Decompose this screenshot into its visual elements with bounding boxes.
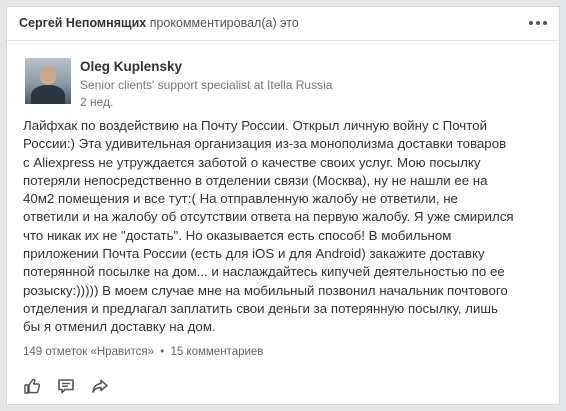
action-bar [23,377,109,395]
share-button[interactable] [91,377,109,395]
author-name[interactable]: Oleg Kuplensky [80,59,182,74]
counts-separator: • [160,346,165,358]
post-body-text: Лайфхак по воздействию на Почту России. … [23,118,514,335]
share-icon [92,379,108,393]
author-avatar[interactable] [25,58,71,104]
like-button[interactable] [23,377,41,395]
social-counts: 149 отметок «Нравится» • 15 комментариев [23,346,263,358]
more-options-button[interactable] [527,16,549,30]
comment-icon [58,379,74,394]
thumbs-up-icon [24,378,41,394]
comment-button[interactable] [57,377,75,395]
post-card: Сергей Непомнящих прокомментировал(а) эт… [6,6,560,405]
likes-count-link[interactable]: 149 отметок «Нравится» [23,346,154,358]
post-timestamp: 2 нед. [80,95,114,109]
activity-header: Сергей Непомнящих прокомментировал(а) эт… [7,7,559,41]
activity-text: прокомментировал(а) это [149,16,299,30]
author-headline: Senior clients' support specialist at It… [80,78,333,92]
more-horizontal-icon [529,21,533,25]
commenter-name[interactable]: Сергей Непомнящих [19,16,146,30]
comments-count-link[interactable]: 15 комментариев [170,346,263,358]
